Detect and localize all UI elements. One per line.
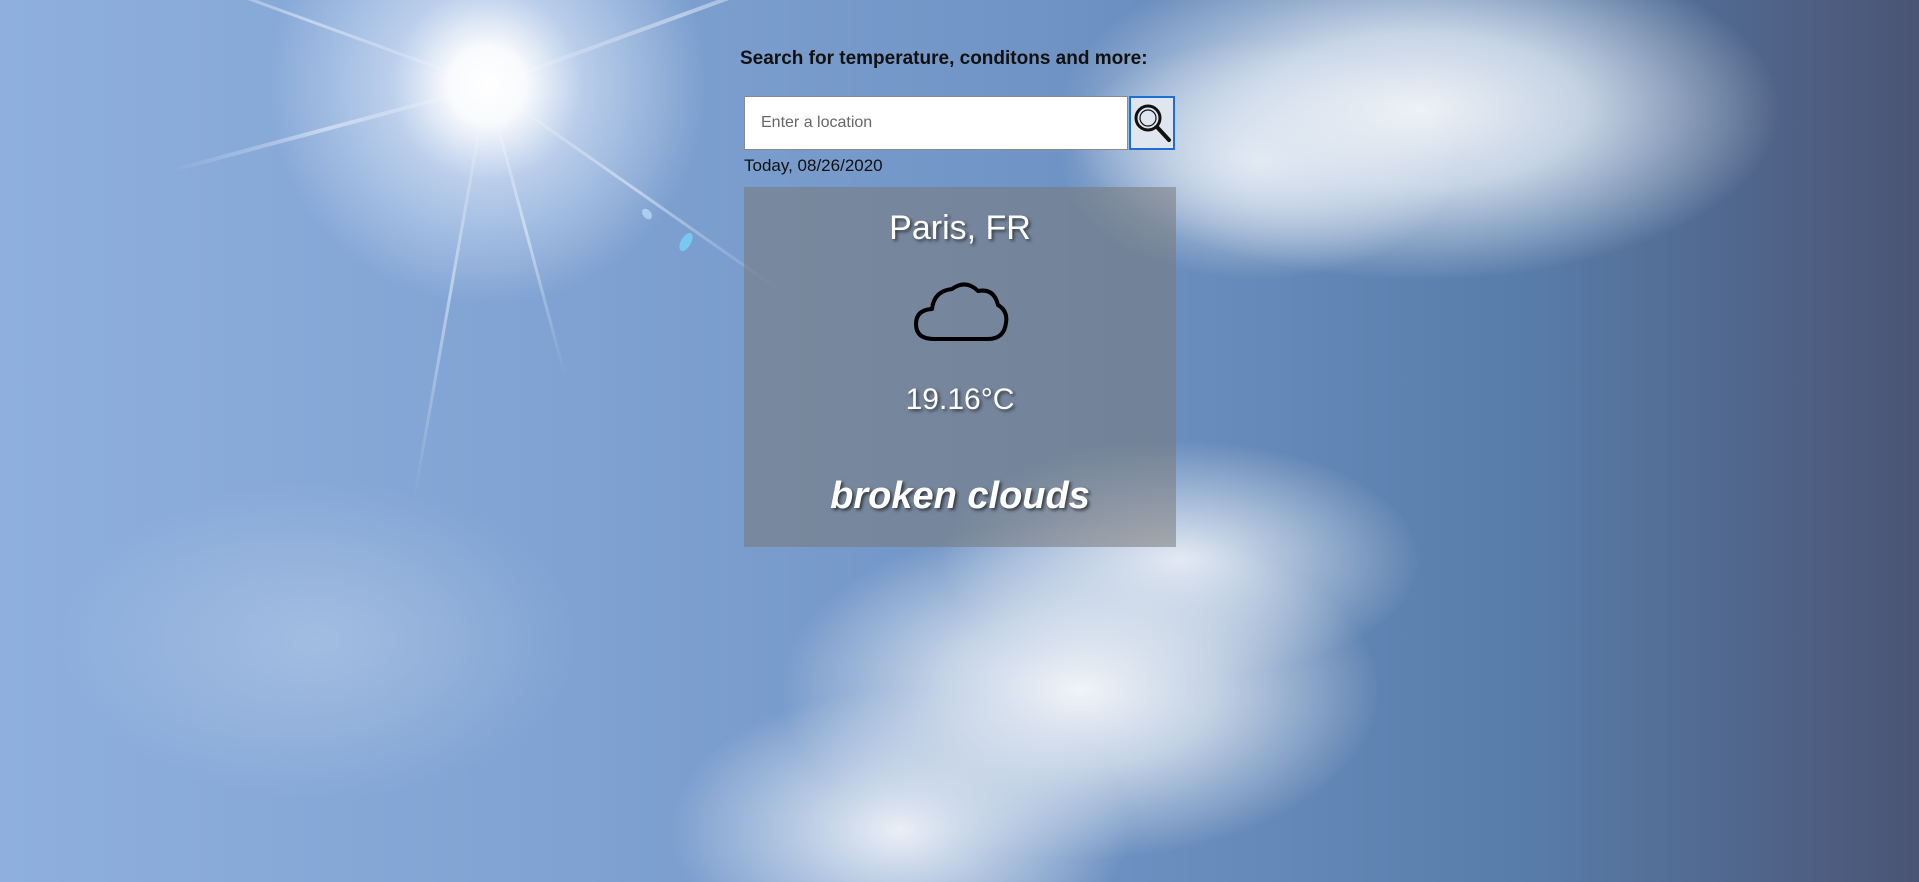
sun-ray [129,0,488,87]
city-name: Paris, FR [889,209,1031,247]
sun-ray [412,85,489,500]
magnifier-icon [1134,104,1171,142]
lens-flare [640,206,654,222]
sun-ray [167,84,488,174]
search-button[interactable] [1129,96,1175,150]
sun-ray [486,84,783,294]
search-bar [744,96,1176,150]
temperature: 19.16°C [905,383,1015,416]
sun-ray [485,85,567,376]
sun-ray [486,0,883,88]
location-search-input[interactable] [744,96,1128,150]
current-date: Today, 08/26/2020 [744,156,883,175]
weather-description: broken clouds [830,475,1090,517]
cloud-icon [914,282,1009,341]
search-heading: Search for temperature, conditons and mo… [740,48,1148,69]
weather-card: Paris, FR 19.16°C broken clouds [744,187,1176,547]
lens-flare [676,230,696,254]
